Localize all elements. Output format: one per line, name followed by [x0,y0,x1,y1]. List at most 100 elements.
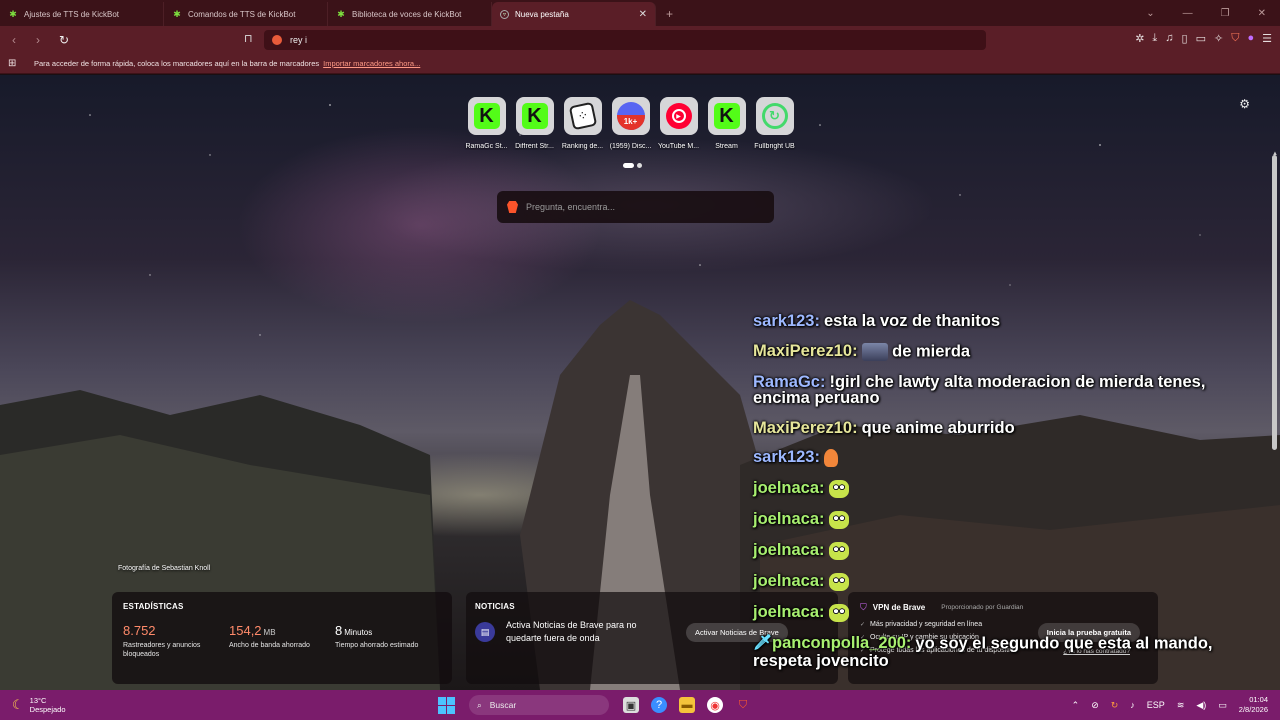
brave-icon[interactable]: ⛉ [735,697,751,713]
top-site-fullbright[interactable]: ↻ Fullbright UB [754,97,795,150]
wifi-icon[interactable]: ≋ [1177,700,1185,711]
top-site-label: (1959) Disc... [609,143,652,150]
battery-icon[interactable]: ▭ [1218,700,1227,711]
stat-value: 8.752 [123,623,156,638]
top-site-label: Fullbright UB [754,143,795,150]
close-window-icon[interactable]: ✕ [1258,8,1266,19]
pepe-emote-icon [828,542,849,560]
page-scrollbar[interactable] [1272,155,1277,450]
help-icon[interactable]: ? [651,697,667,713]
tab-new-tab[interactable]: ▿ Nueva pestaña ✕ [492,2,656,26]
chat-user: panconpolla_200: [772,634,912,653]
chat-message: joelnaca: [753,604,1253,622]
chat-message: RamaGc: !girl che lawty alta moderacion d… [753,373,1253,407]
kickbot-favicon-icon: ✱ [9,8,17,19]
back-icon[interactable]: ‹ [4,33,24,47]
taskbar-apps: ▣ ? ▬ ◉ ⛉ [623,697,751,713]
forward-icon[interactable]: › [28,33,48,47]
pager-dot[interactable] [637,163,642,168]
new-tab-button[interactable]: + [656,2,683,26]
moon-icon: ☾ [12,697,24,712]
chat-user: MaxiPerez10: [753,341,858,360]
tab-tts-settings[interactable]: ✱ Ajustes de TTS de KickBot [0,2,164,26]
tab-search-chevron-icon[interactable]: ⌄ [1146,8,1154,19]
close-tab-icon[interactable]: ✕ [639,9,647,20]
microphone-icon[interactable]: ♪ [1130,700,1135,710]
new-tab-page: ⚙ K RamaGc St... K Diffrent Str... ⁘ Ran… [0,75,1280,690]
kickbot-favicon-icon: ✱ [337,8,345,19]
minimize-icon[interactable]: — [1183,8,1193,19]
top-site-ranking[interactable]: ⁘ Ranking de... [562,97,603,150]
stat-desc: Tiempo ahorrado estimado [335,642,419,649]
weather-widget[interactable]: ☾ 13°C Despejado [12,696,432,715]
network-off-icon[interactable]: ⊘ [1091,700,1099,711]
system-tray: ⌃ ⊘ ↻ ♪ ESP ≋ ◀) ▭ 01:04 2/8/2026 [1072,690,1268,720]
search-input[interactable] [526,202,756,212]
music-icon[interactable]: ♫ [1165,32,1173,45]
downloads-icon[interactable]: ⤓ [1152,32,1157,45]
leo-ai-icon[interactable]: ✧ [1214,32,1223,45]
tab-tts-commands[interactable]: ✱ Comandos de TTS de KickBot [164,2,328,26]
tile: ▶ [659,97,698,135]
top-site-label: Ranking de... [561,143,604,150]
pepe-emote-icon [828,480,849,498]
apps-grid-icon[interactable]: ⊞ [8,58,22,69]
volume-icon[interactable]: ◀) [1196,700,1206,711]
bookmark-icon[interactable]: ⊓ [244,32,253,45]
top-site-diffrent[interactable]: K Diffrent Str... [514,97,555,150]
top-sites-pager [623,163,642,168]
import-bookmarks-link[interactable]: Importar marcadores ahora... [323,59,420,68]
windows-start-icon[interactable] [438,696,455,714]
weather-temp: 13°C [29,695,47,705]
kick-icon: K [473,103,500,129]
pager-dot-active[interactable] [623,163,634,168]
top-site-label: YouTube M... [657,143,700,150]
brave-lion-icon [507,201,518,213]
top-sites: K RamaGc St... K Diffrent Str... ⁘ Ranki… [465,97,795,150]
sword-emote-icon: 🗡 [753,634,773,651]
clock-date: 2/8/2026 [1238,705,1268,714]
clock[interactable]: 01:04 2/8/2026 [1239,695,1268,715]
address-bar[interactable]: rey i [264,30,986,50]
reload-icon[interactable]: ↻ [54,33,74,47]
customize-gear-icon[interactable]: ⚙ [1239,97,1250,111]
youtube-music-icon: ▶ [665,103,692,129]
tab-label: Ajustes de TTS de KickBot [24,9,120,19]
chrome-icon[interactable]: ◉ [707,697,723,713]
sync-icon[interactable]: ↻ [1111,700,1119,711]
vpn-icon[interactable]: ● [1247,32,1254,45]
chat-message: joelnaca: [753,573,1253,591]
tab-voice-library[interactable]: ✱ Biblioteca de voces de KickBot [328,2,492,26]
chat-user: joelnaca: [753,541,825,560]
address-value: rey i [290,35,308,45]
task-view-icon[interactable]: ▣ [623,697,639,713]
top-site-discord[interactable]: 1k+ (1959) Disc... [610,97,651,150]
chat-user: joelnaca: [753,603,825,622]
chat-message: 🗡panconpolla_200: yo soy el segundo que e… [753,635,1253,670]
chat-message: MaxiPerez10: de mierda [753,341,1253,361]
wallet-icon[interactable]: ▭ [1196,32,1206,45]
sidebar-icon[interactable]: ▯ [1182,32,1188,45]
stat-value: 154,2 MB [229,623,276,638]
pepe-emote-icon [828,573,849,591]
maximize-icon[interactable]: ❐ [1221,8,1230,19]
pepe-emote-icon [828,604,849,622]
tab-label: Comandos de TTS de KickBot [188,9,296,19]
chat-user: joelnaca: [753,479,825,498]
top-site-ramagc[interactable]: K RamaGc St... [465,97,508,150]
brave-shields-icon[interactable]: ⛉ [1231,32,1239,45]
extensions-icon[interactable]: ✲ [1135,32,1144,45]
language-indicator[interactable]: ESP [1147,700,1165,710]
top-site-youtube-music[interactable]: ▶ YouTube M... [658,97,699,150]
kick-icon: K [713,103,740,129]
top-site-stream[interactable]: K Stream [706,97,747,150]
top-site-label: Diffrent Str... [515,143,554,150]
menu-icon[interactable]: ☰ [1262,32,1272,45]
file-explorer-icon[interactable]: ▬ [679,697,695,713]
site-info-icon[interactable] [272,35,282,45]
search-box[interactable] [497,191,774,223]
chat-text: esta la voz de thanitos [823,312,1001,330]
photo-credit[interactable]: Fotografía de Sebastian Knoll [118,565,210,572]
taskbar-search[interactable]: ⌕ Buscar [469,695,609,715]
tray-chevron-up-icon[interactable]: ⌃ [1072,700,1080,711]
